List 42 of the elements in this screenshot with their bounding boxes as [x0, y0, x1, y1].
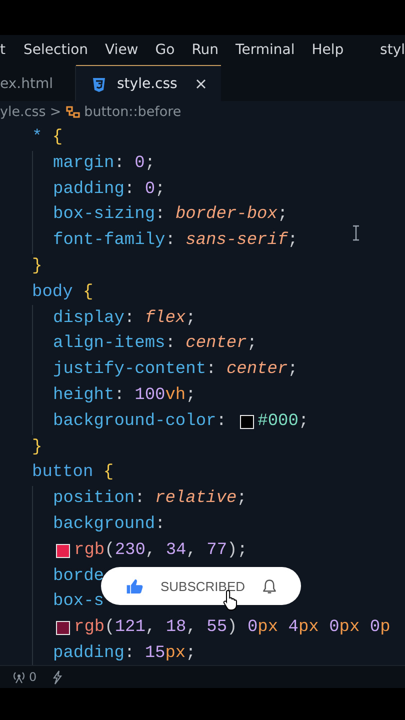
code-text: * {: [32, 127, 63, 149]
breadcrumb-item[interactable]: button::before: [84, 104, 182, 120]
port-count: 0: [29, 670, 37, 684]
menu-item[interactable]: Selection: [24, 42, 88, 58]
color-swatch[interactable]: [240, 414, 254, 429]
code-text: position: relative;: [53, 488, 247, 510]
code-text: height: 100vh;: [53, 384, 196, 407]
css-file-icon: [91, 76, 107, 92]
menu-item[interactable]: Run: [192, 42, 219, 58]
broadcast-icon: [12, 670, 26, 684]
code-text: body {: [32, 282, 94, 304]
code-text: background-color:: [53, 410, 228, 433]
menu-item[interactable]: View: [105, 42, 138, 58]
code-text: }: [32, 436, 42, 459]
lightning-icon: [50, 670, 63, 684]
code-text: #000;: [258, 410, 309, 433]
code-text: }: [32, 256, 42, 278]
code-text: display: flex;: [53, 308, 196, 330]
code-text: box-sizing: border-box;: [53, 204, 288, 226]
color-swatch[interactable]: [56, 621, 70, 636]
window-title: styl: [380, 42, 405, 58]
menu-item[interactable]: t: [0, 42, 6, 58]
breadcrumb-separator: >: [50, 104, 62, 120]
code-text: justify-content: center;: [53, 359, 298, 382]
menu-item[interactable]: Terminal: [236, 42, 295, 58]
editor-tab[interactable]: style.css: [76, 65, 222, 101]
symbol-icon: [65, 104, 82, 120]
code-text: background:: [53, 514, 166, 536]
color-swatch[interactable]: [56, 544, 70, 558]
code-text: align-items: center;: [53, 333, 258, 356]
code-text: padding: 15px;: [53, 642, 196, 665]
text-cursor-icon: [352, 225, 360, 241]
bell-icon: [262, 576, 277, 596]
code-text: margin: 0;: [53, 152, 156, 175]
menu-item[interactable]: Go: [155, 42, 175, 58]
code-text: rgb(230, 34, 77);: [74, 540, 248, 562]
menu-item[interactable]: Help: [312, 42, 344, 58]
code-text: padding: 0;: [53, 178, 166, 201]
breadcrumb-item[interactable]: yle.css: [0, 104, 46, 120]
code-text: font-family: sans-serif;: [53, 230, 298, 252]
code-text: button {: [32, 462, 114, 484]
code-text: rgb(121, 18, 55) 0px 4px 0px 0p: [74, 617, 390, 640]
